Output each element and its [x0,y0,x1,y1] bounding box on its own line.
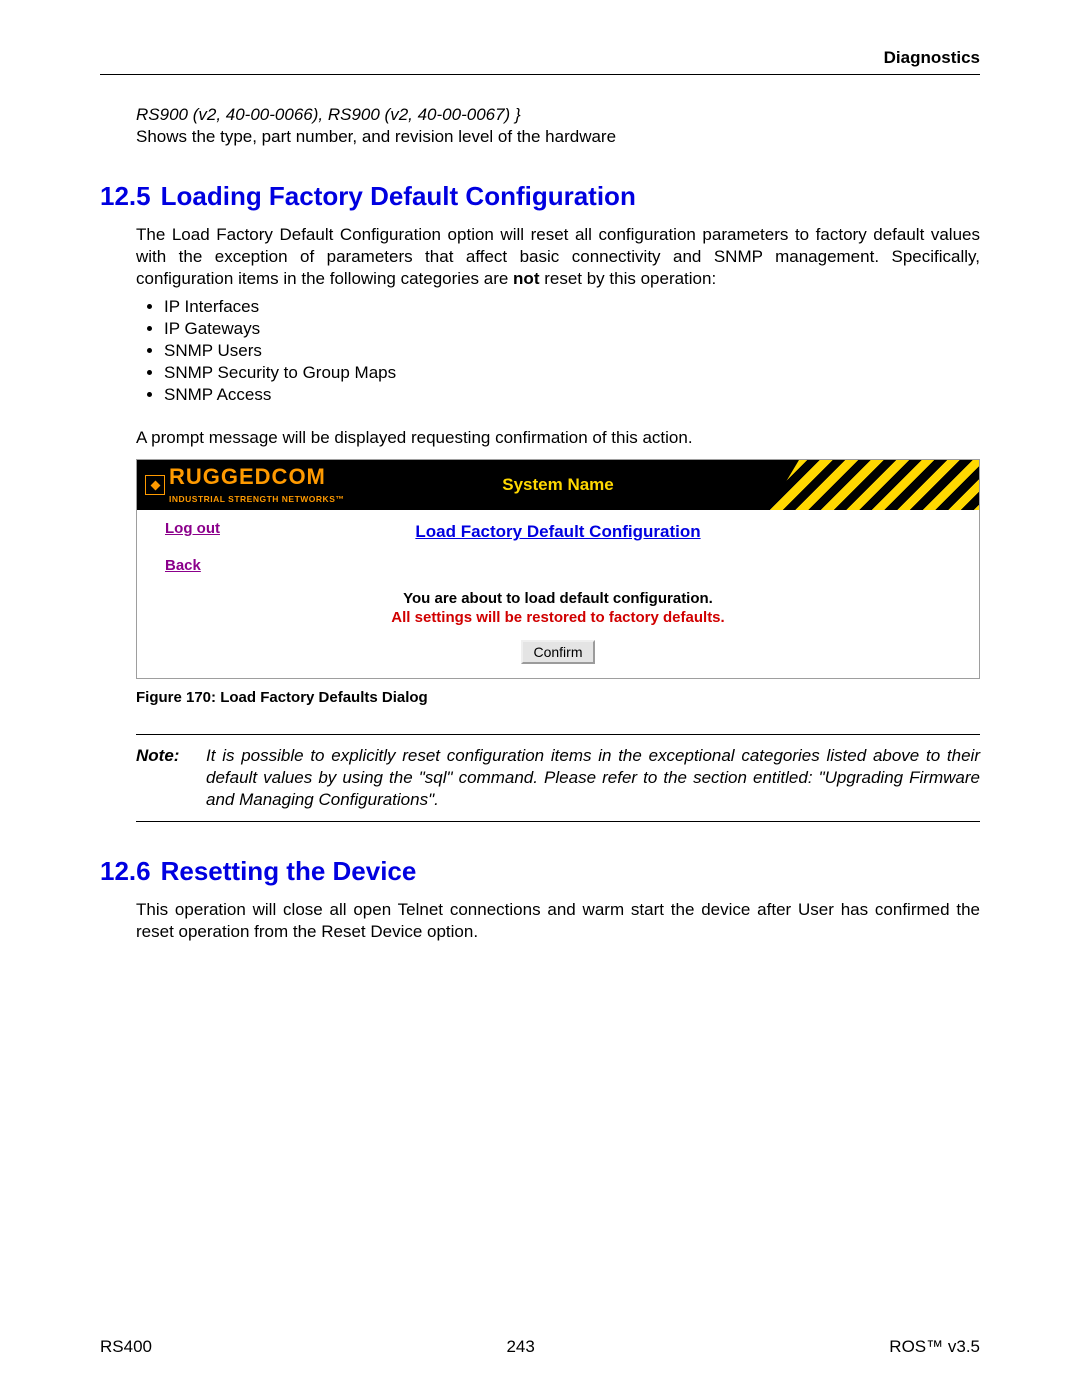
list-item: IP Gateways [164,319,980,339]
logo-icon [145,475,165,495]
doc-footer: RS400 243 ROS™ v3.5 [100,1337,980,1357]
section-number: 12.5 [100,181,151,212]
footer-left: RS400 [100,1337,152,1357]
doc-header: Diagnostics [100,48,980,75]
dialog-title: Load Factory Default Configuration [157,522,959,542]
rs-identifier-line: RS900 (v2, 40-00-0066), RS900 (v2, 40-00… [136,105,980,125]
list-item: SNMP Security to Group Maps [164,363,980,383]
section-125-heading: 12.5 Loading Factory Default Configuratio… [100,181,980,212]
banner-title: System Name [502,475,614,495]
note-block: Note: It is possible to explicitly reset… [136,734,980,822]
dialog-screenshot: RUGGEDCOM INDUSTRIAL STRENGTH NETWORKS™ … [136,459,980,679]
rs-description-line: Shows the type, part number, and revisio… [136,127,980,147]
back-link[interactable]: Back [165,557,220,574]
dialog-warning-1: You are about to load default configurat… [157,590,959,607]
section-126-para: This operation will close all open Telne… [136,899,980,943]
dialog-warning-2: All settings will be restored to factory… [157,609,959,626]
section-number: 12.6 [100,856,151,887]
confirm-button[interactable]: Confirm [521,640,594,664]
note-text: It is possible to explicitly reset confi… [206,745,980,811]
logo-text: RUGGEDCOM [169,464,326,489]
dialog-banner: RUGGEDCOM INDUSTRIAL STRENGTH NETWORKS™ … [137,460,979,510]
hazard-stripes-icon [769,460,979,510]
footer-page-number: 243 [506,1337,534,1357]
logo-tagline: INDUSTRIAL STRENGTH NETWORKS™ [169,494,344,504]
section-126-heading: 12.6 Resetting the Device [100,856,980,887]
exception-list: IP Interfaces IP Gateways SNMP Users SNM… [164,297,980,405]
logo: RUGGEDCOM INDUSTRIAL STRENGTH NETWORKS™ [137,466,344,505]
note-label: Note: [136,745,206,811]
list-item: SNMP Users [164,341,980,361]
header-right: Diagnostics [884,48,980,67]
section-title-text: Loading Factory Default Configuration [161,181,636,211]
footer-right: ROS™ v3.5 [889,1337,980,1357]
figure-caption: Figure 170: Load Factory Defaults Dialog [136,689,980,706]
section-125-para: The Load Factory Default Configuration o… [136,224,980,289]
dialog-nav: Log out Back [165,520,220,594]
prompt-message: A prompt message will be displayed reque… [136,427,980,449]
list-item: IP Interfaces [164,297,980,317]
logout-link[interactable]: Log out [165,520,220,537]
list-item: SNMP Access [164,385,980,405]
section-title-text: Resetting the Device [161,856,417,886]
